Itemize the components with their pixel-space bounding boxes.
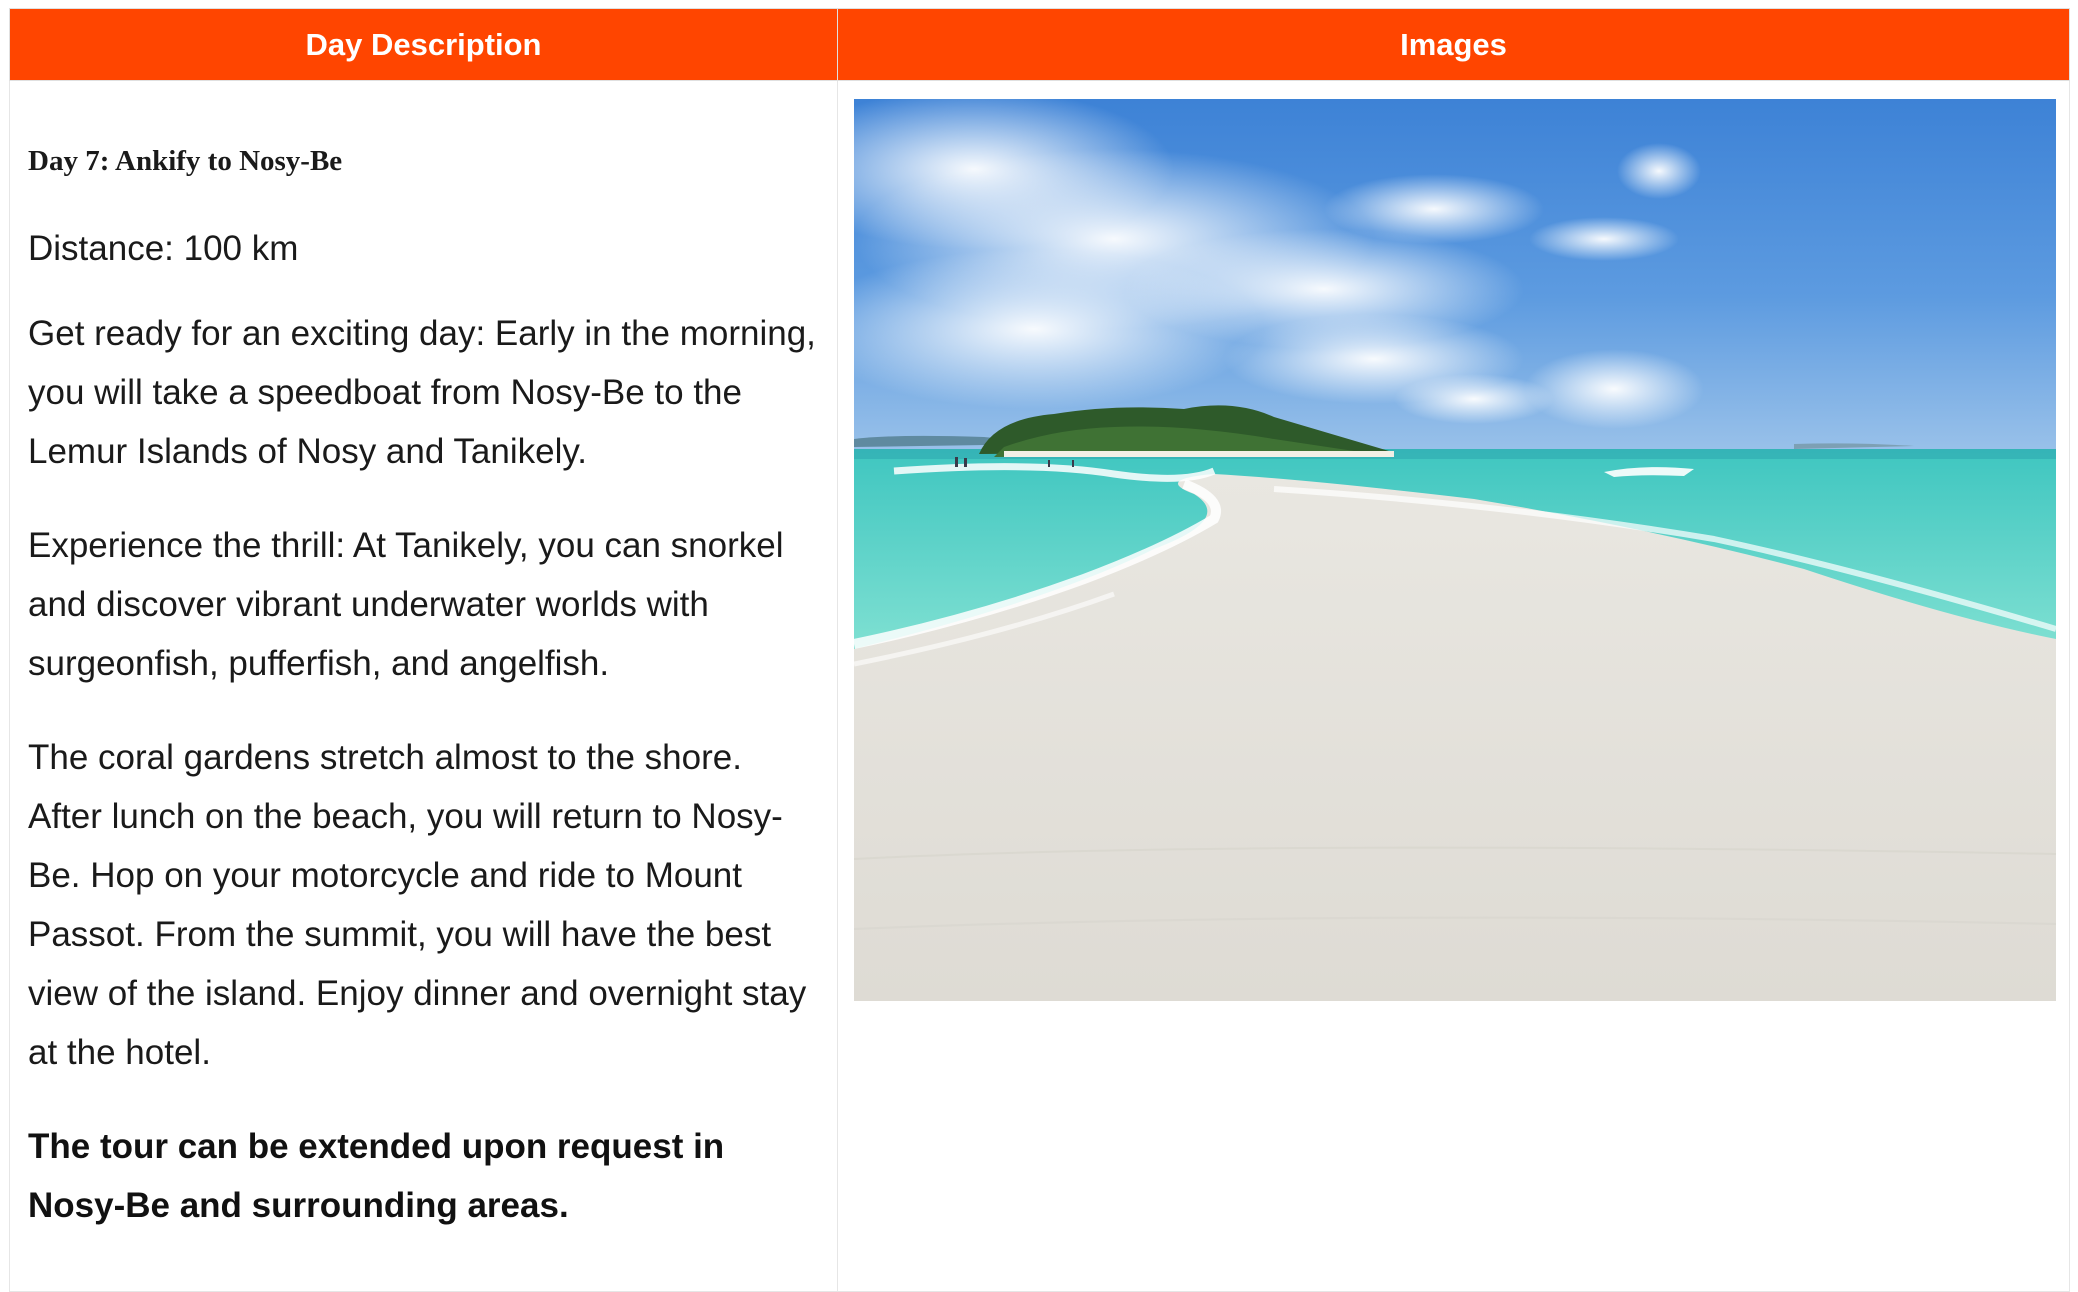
- distance-text: Distance: 100 km: [28, 229, 299, 268]
- beach-photo: [854, 99, 2056, 1001]
- extension-note: The tour can be extended upon request in…: [28, 1127, 725, 1225]
- header-day-description: Day Description: [9, 8, 838, 81]
- header-images: Images: [837, 8, 2070, 81]
- header-row: Day Description Images: [9, 8, 2070, 81]
- paragraph-coral: The coral gardens stretch almost to the …: [28, 738, 807, 1072]
- itinerary-table: Day Description Images Day 7: Ankify to …: [9, 8, 2070, 1292]
- description-cell: Day 7: Ankify to Nosy-Be Distance: 100 k…: [9, 80, 838, 1292]
- table-row: Day 7: Ankify to Nosy-Be Distance: 100 k…: [9, 80, 2070, 1292]
- day-title: Day 7: Ankify to Nosy-Be: [28, 145, 343, 177]
- paragraph-speedboat: Get ready for an exciting day: Early in …: [28, 314, 816, 471]
- paragraph-snorkel: Experience the thrill: At Tanikely, you …: [28, 526, 784, 683]
- image-cell: [837, 80, 2070, 1292]
